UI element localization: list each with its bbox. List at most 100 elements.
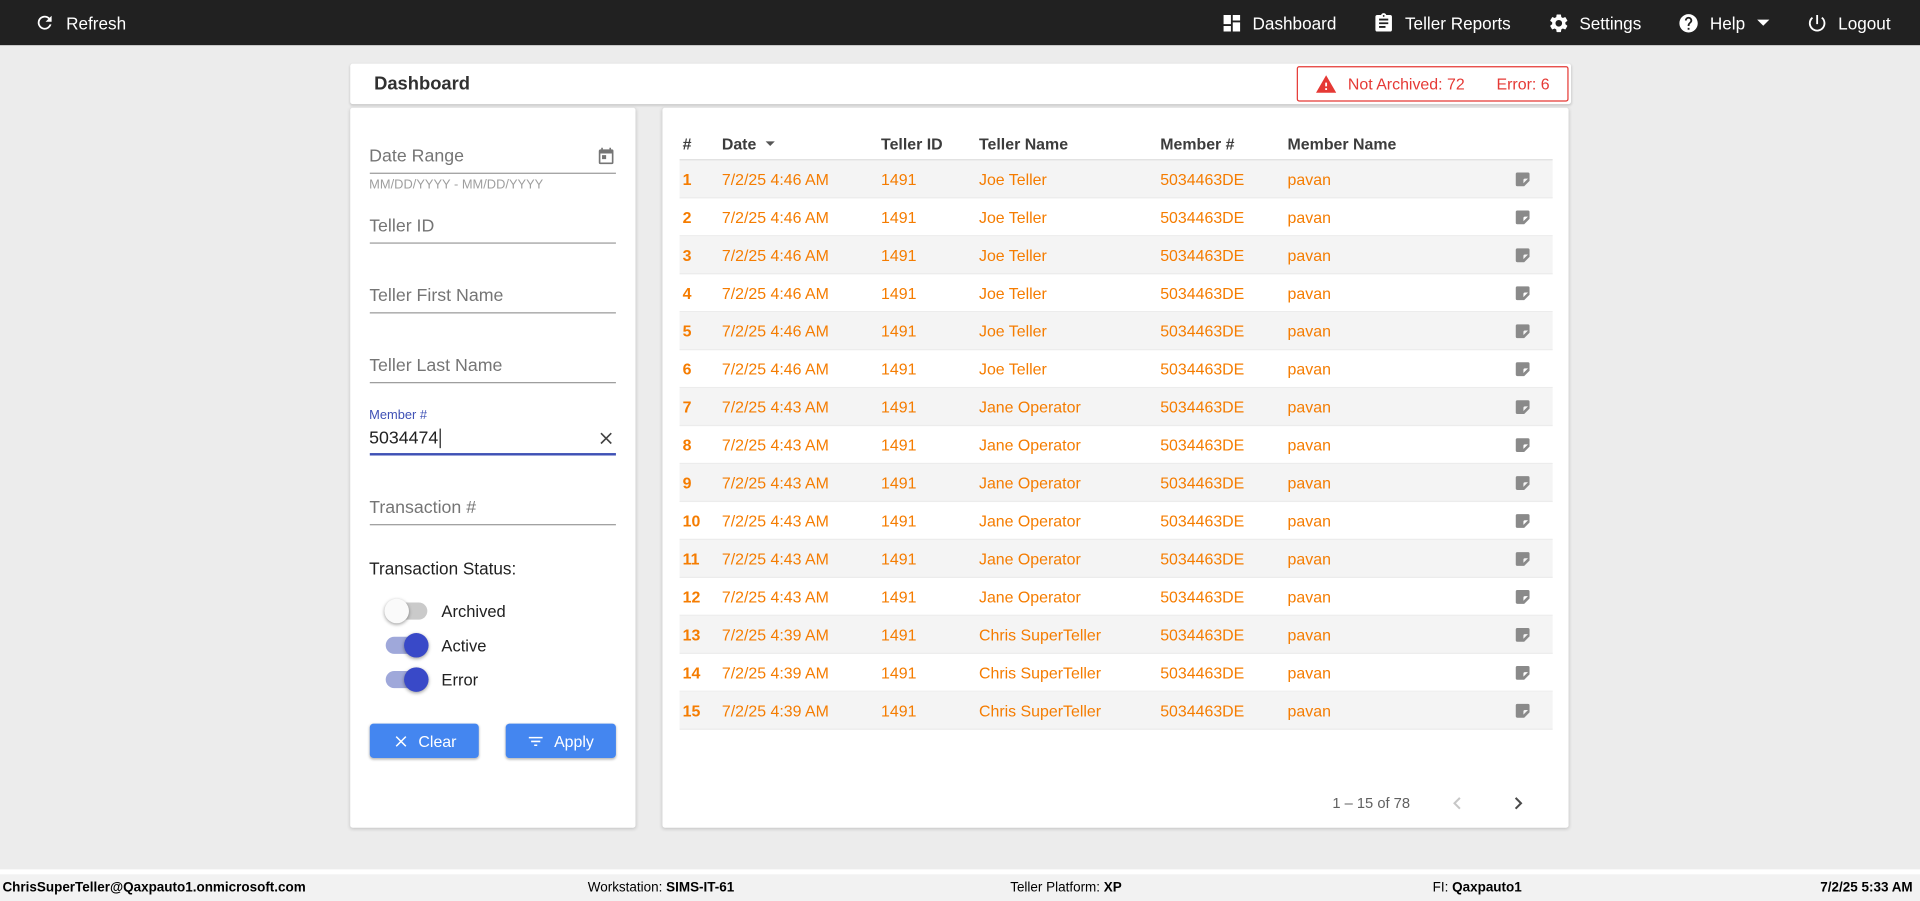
- row-number: 1: [682, 169, 692, 188]
- toggle-active[interactable]: Active: [384, 628, 615, 662]
- note-icon[interactable]: [1513, 435, 1531, 453]
- row-member-number: 5034463DE: [1160, 359, 1245, 378]
- date-range-input[interactable]: [369, 139, 616, 174]
- table-row[interactable]: 3 7/2/25 4:46 AM 1491 Joe Teller 5034463…: [678, 236, 1553, 275]
- row-member-name: pavan: [1287, 169, 1331, 188]
- text-cursor: [439, 428, 441, 449]
- refresh-button[interactable]: Refresh: [34, 12, 126, 33]
- row-teller-name: Jane Operator: [978, 587, 1081, 606]
- next-page-button[interactable]: [1503, 789, 1532, 818]
- row-number: 4: [682, 283, 692, 302]
- table-row[interactable]: 9 7/2/25 4:43 AM 1491 Jane Operator 5034…: [678, 464, 1553, 503]
- toggle-active-label: Active: [441, 636, 487, 655]
- note-icon[interactable]: [1513, 208, 1531, 226]
- clear-field-icon[interactable]: [596, 429, 616, 449]
- refresh-label: Refresh: [66, 12, 127, 33]
- note-icon[interactable]: [1513, 397, 1531, 415]
- nav-settings[interactable]: Settings: [1547, 12, 1641, 34]
- table-row[interactable]: 1 7/2/25 4:46 AM 1491 Joe Teller 5034463…: [678, 160, 1553, 199]
- teller-last-name-field-wrap: [369, 348, 616, 384]
- toggle-error[interactable]: Error: [384, 662, 615, 696]
- table-row[interactable]: 11 7/2/25 4:43 AM 1491 Jane Operator 503…: [678, 540, 1553, 578]
- page-title: Dashboard: [374, 73, 471, 95]
- row-date: 7/2/25 4:39 AM: [721, 663, 829, 682]
- teller-id-field-wrap: [369, 209, 616, 244]
- teller-id-input[interactable]: [369, 209, 616, 244]
- row-note-cell: [1496, 359, 1552, 377]
- chevron-down-icon: [1757, 19, 1770, 26]
- teller-first-name-field-wrap: [369, 279, 616, 314]
- row-teller-id: 1491: [881, 625, 917, 644]
- calendar-icon[interactable]: [596, 147, 616, 167]
- note-icon[interactable]: [1513, 283, 1531, 301]
- row-member-name: pavan: [1287, 663, 1331, 682]
- table-row[interactable]: 8 7/2/25 4:43 AM 1491 Jane Operator 5034…: [678, 426, 1553, 465]
- toggle-active-switch: [384, 633, 428, 658]
- table-row[interactable]: 13 7/2/25 4:39 AM 1491 Chris SuperTeller…: [678, 615, 1553, 654]
- row-member-name: pavan: [1287, 283, 1331, 302]
- table-row[interactable]: 5 7/2/25 4:46 AM 1491 Joe Teller 5034463…: [678, 312, 1553, 351]
- table-row[interactable]: 6 7/2/25 4:46 AM 1491 Joe Teller 5034463…: [678, 350, 1553, 389]
- table-row[interactable]: 12 7/2/25 4:43 AM 1491 Jane Operator 503…: [678, 578, 1553, 616]
- table-row[interactable]: 4 7/2/25 4:46 AM 1491 Joe Teller 5034463…: [678, 274, 1553, 313]
- table-row[interactable]: 7 7/2/25 4:43 AM 1491 Jane Operator 5034…: [678, 388, 1553, 427]
- table-row[interactable]: 14 7/2/25 4:39 AM 1491 Chris SuperTeller…: [678, 654, 1553, 692]
- row-note-cell: [1496, 397, 1552, 415]
- row-note-cell: [1496, 701, 1552, 719]
- row-member-number: 5034463DE: [1160, 587, 1245, 606]
- row-number: 15: [682, 701, 701, 720]
- transaction-number-input[interactable]: [369, 491, 616, 526]
- note-icon[interactable]: [1513, 701, 1531, 719]
- table-row[interactable]: 10 7/2/25 4:43 AM 1491 Jane Operator 503…: [678, 502, 1553, 541]
- row-teller-id: 1491: [881, 663, 917, 682]
- row-member-number: 5034463DE: [1160, 207, 1245, 226]
- nav-dashboard[interactable]: Dashboard: [1221, 12, 1336, 34]
- note-icon[interactable]: [1513, 246, 1531, 264]
- page-title-card: Dashboard Not Archived: 72 Error: 6: [349, 63, 1571, 105]
- note-icon[interactable]: [1513, 587, 1531, 605]
- note-icon[interactable]: [1513, 321, 1531, 339]
- row-teller-id: 1491: [881, 169, 917, 188]
- nav-help[interactable]: Help: [1678, 12, 1770, 34]
- note-icon[interactable]: [1513, 549, 1531, 567]
- nav-logout[interactable]: Logout: [1806, 12, 1891, 34]
- note-icon[interactable]: [1513, 473, 1531, 491]
- col-teller-id[interactable]: Teller ID: [881, 134, 979, 152]
- row-member-name: pavan: [1287, 321, 1331, 340]
- table-panel: # Date Teller ID Teller Name Member # Me…: [661, 107, 1568, 828]
- table-row[interactable]: 2 7/2/25 4:46 AM 1491 Joe Teller 5034463…: [678, 198, 1553, 237]
- note-icon[interactable]: [1513, 625, 1531, 643]
- toggle-archived[interactable]: Archived: [383, 594, 615, 628]
- note-icon[interactable]: [1513, 359, 1531, 377]
- col-number[interactable]: #: [683, 134, 722, 152]
- sort-desc-icon: [765, 141, 775, 147]
- row-member-number: 5034463DE: [1160, 473, 1245, 492]
- prev-page-button[interactable]: [1442, 789, 1471, 818]
- row-note-cell: [1496, 321, 1552, 339]
- row-member-number: 5034463DE: [1160, 169, 1245, 188]
- row-member-name: pavan: [1287, 511, 1331, 530]
- note-icon[interactable]: [1513, 663, 1531, 681]
- power-icon: [1809, 14, 1826, 31]
- col-member-name[interactable]: Member Name: [1288, 134, 1496, 152]
- col-member-number[interactable]: Member #: [1160, 134, 1287, 152]
- row-note-cell: [1496, 587, 1552, 605]
- row-number: 5: [682, 321, 692, 340]
- teller-first-name-input[interactable]: [369, 279, 616, 314]
- row-teller-name: Jane Operator: [978, 473, 1081, 492]
- row-number: 6: [682, 359, 692, 378]
- row-member-number: 5034463DE: [1160, 549, 1245, 568]
- nav-teller-reports[interactable]: Teller Reports: [1373, 12, 1511, 34]
- row-teller-id: 1491: [881, 549, 917, 568]
- clear-button[interactable]: Clear: [369, 723, 479, 758]
- table-row[interactable]: 15 7/2/25 4:39 AM 1491 Chris SuperTeller…: [678, 691, 1553, 730]
- note-icon[interactable]: [1513, 170, 1531, 188]
- note-icon[interactable]: [1513, 511, 1531, 529]
- row-member-number: 5034463DE: [1160, 321, 1245, 340]
- col-teller-name[interactable]: Teller Name: [979, 134, 1160, 152]
- teller-last-name-input[interactable]: [369, 348, 616, 384]
- row-date: 7/2/25 4:43 AM: [721, 587, 829, 606]
- col-date[interactable]: Date: [722, 132, 881, 154]
- member-number-input[interactable]: 5034474: [369, 424, 616, 456]
- apply-button[interactable]: Apply: [505, 723, 616, 758]
